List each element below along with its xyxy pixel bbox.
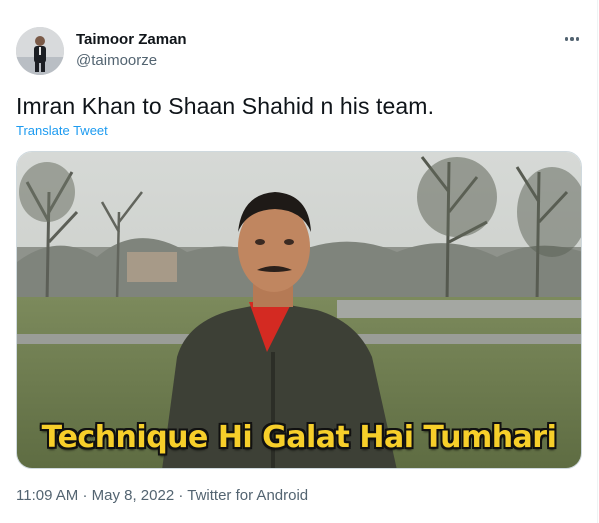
author-handle[interactable]: @taimoorze <box>76 52 157 69</box>
tweet-source[interactable]: Twitter for Android <box>187 487 308 504</box>
tweet-card: Taimoor Zaman @taimoorze Imran Khan to S… <box>0 0 599 523</box>
tweet-media[interactable]: Technique Hi Galat Hai Tumhari <box>16 151 582 469</box>
meta-separator: · <box>178 487 184 504</box>
more-horizontal-icon <box>564 37 580 41</box>
column-divider <box>597 0 598 523</box>
avatar[interactable] <box>16 27 64 75</box>
translate-tweet-link[interactable]: Translate Tweet <box>16 123 108 138</box>
more-options-button[interactable] <box>558 28 586 50</box>
tweet-text: Imran Khan to Shaan Shahid n his team. <box>16 93 435 119</box>
tweet-date[interactable]: May 8, 2022 <box>92 487 175 504</box>
meta-separator: · <box>82 487 88 504</box>
media-caption: Technique Hi Galat Hai Tumhari <box>41 420 557 455</box>
tweet-time[interactable]: 11:09 AM <box>16 487 78 504</box>
author-name[interactable]: Taimoor Zaman <box>76 31 187 48</box>
tweet-meta: 11:09 AM · May 8, 2022 · Twitter for And… <box>16 487 308 504</box>
